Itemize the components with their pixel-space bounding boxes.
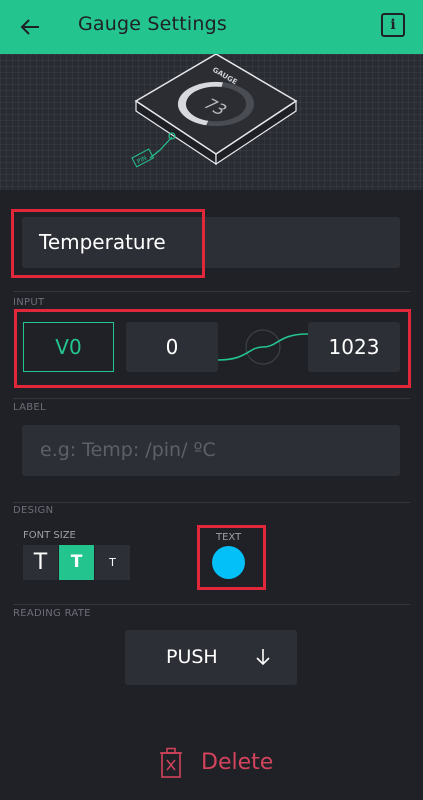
arrow-down-icon (256, 649, 270, 666)
widget-preview: 73 GAUGE PIN (0, 54, 423, 190)
input-section-label: INPUT (13, 297, 45, 308)
info-button[interactable]: i (381, 13, 405, 37)
text-color-label: TEXT (216, 532, 242, 543)
divider (13, 604, 410, 605)
reading-rate-section-label: READING RATE (13, 608, 91, 619)
label-format-input[interactable]: e.g: Temp: /pin/ ºC (22, 425, 400, 476)
font-size-label: FONT SIZE (23, 530, 76, 541)
font-size-medium-button[interactable]: T (59, 545, 94, 580)
min-value-input[interactable]: 0 (126, 322, 218, 372)
divider (13, 291, 410, 292)
pin-preview-label: PIN (136, 155, 148, 166)
delete-button[interactable]: Delete (201, 750, 273, 775)
pin-select-button[interactable]: V0 (23, 322, 114, 372)
widget-name-input[interactable]: Temperature (22, 217, 400, 268)
design-section-label: DESIGN (13, 505, 54, 516)
page-title: Gauge Settings (78, 13, 227, 35)
app-header: Gauge Settings i (0, 0, 423, 54)
trash-icon[interactable] (158, 747, 184, 779)
back-arrow-icon[interactable] (18, 14, 44, 40)
reading-rate-value: PUSH (166, 646, 218, 668)
divider (13, 398, 410, 399)
reading-rate-dropdown[interactable]: PUSH (125, 630, 297, 685)
label-section-label: LABEL (13, 402, 46, 413)
divider (13, 502, 410, 503)
max-value-input[interactable]: 1023 (308, 322, 400, 372)
font-size-small-button[interactable]: T (95, 545, 130, 580)
font-size-large-button[interactable]: T (23, 545, 58, 580)
mapping-curve-icon (218, 329, 308, 365)
text-color-picker[interactable] (212, 546, 245, 579)
gauge-preview-illustration: 73 GAUGE PIN (131, 54, 298, 168)
